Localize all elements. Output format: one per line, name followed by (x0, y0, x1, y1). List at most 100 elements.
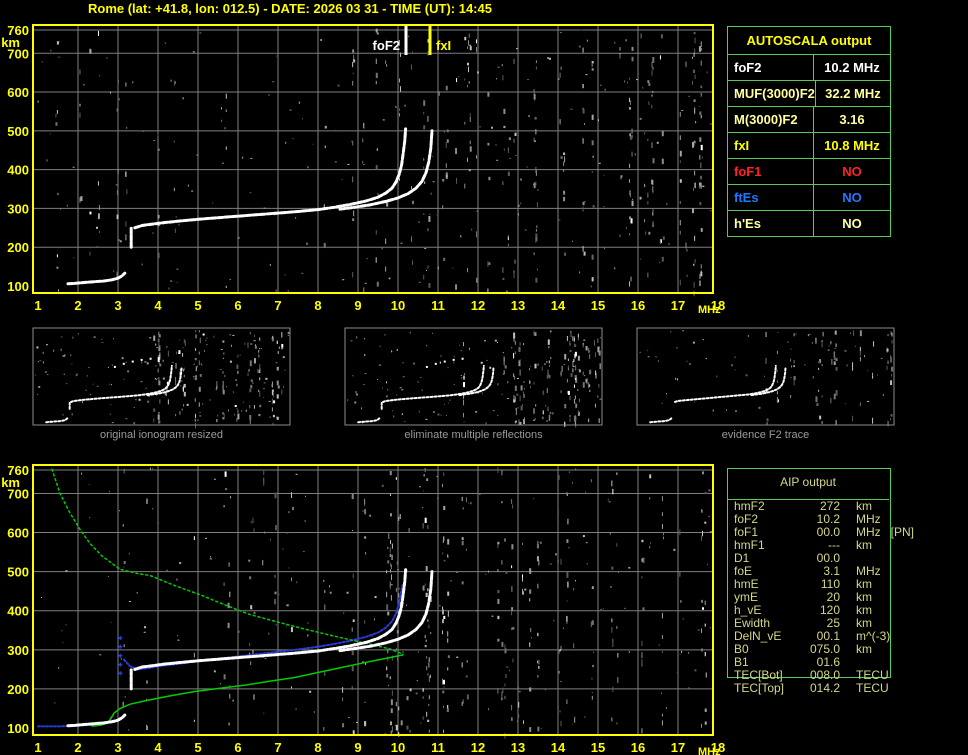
x-tick-label: 11 (431, 298, 445, 313)
parameter-extra (872, 643, 882, 656)
parameter-unit (840, 656, 856, 669)
table-row: h'Es NO (728, 211, 890, 236)
thumbnail-ionogram (344, 327, 603, 428)
x-tick-label: 1 (34, 740, 41, 755)
x-tick-label: 8 (314, 740, 321, 755)
x-tick-label: 13 (511, 298, 525, 313)
x-tick-label: 4 (154, 298, 162, 313)
parameter-extra: [PN] (890, 525, 915, 539)
parameter-label: TEC[Top] (734, 681, 785, 695)
y-tick-label: 400 (7, 604, 29, 619)
y-tick-label: 600 (7, 85, 29, 100)
parameter-label: fxI (728, 133, 814, 158)
ionogram-plot: foF2 fxI1 2 3 4 5 6 7 8 9 10 11 12 13 14 15 16 17 18MHz100… (1, 23, 725, 316)
parameter-value: 3.16 (839, 112, 865, 127)
parameter-value: NO (842, 190, 862, 205)
parameter-unit: km (856, 538, 872, 552)
table-row: M(3000)F2 3.16 (728, 107, 890, 133)
table-row: MUF(3000)F2 32.2 MHz (728, 81, 890, 107)
table-row: ftEs NO (728, 185, 890, 211)
parameter-value: 014.2 (809, 681, 840, 695)
parameter-value: NO (842, 216, 862, 231)
x-axis-unit-label: MHz (698, 746, 721, 755)
autoscala-table-rows: foF2 10.2 MHz MUF(3000)F2 32.2 MHz M(3000)F2… (728, 55, 890, 236)
parameter-extra (889, 682, 899, 695)
table-row: hmF1 --- km (727, 539, 891, 552)
thumbnail-ionogram (32, 327, 291, 429)
ionogram-plot: 1 2 3 4 5 6 7 8 9 10 11 12 13 14 15 16 17 18MHz1002003004… (1, 463, 725, 755)
x-tick-label: 16 (631, 740, 645, 755)
table-row: fxI 10.8 MHz (728, 133, 890, 159)
thumbnail-caption-evidence: evidence F2 trace (721, 429, 810, 441)
x-axis-unit-label: MHz (698, 304, 721, 316)
parameter-unit: TECU (856, 681, 889, 695)
parameter-extra (889, 669, 899, 682)
y-tick-label: 200 (7, 682, 29, 697)
thumbnail-caption-original: original ionogram resized (100, 429, 223, 441)
x-tick-label: 14 (551, 298, 566, 313)
autoscala-table-header: AUTOSCALA output (728, 27, 890, 55)
x-tick-label: 7 (274, 740, 281, 755)
table-row: B0 075.0 km (727, 643, 891, 656)
table-row: foF2 10.2 MHz (728, 55, 890, 81)
parameter-extra (881, 513, 891, 526)
parameter-unit: km (856, 642, 872, 656)
y-tick-label: 300 (7, 201, 29, 216)
parameter-value: 32.2 MHz (825, 86, 881, 101)
thumbnail-caption-eliminate: eliminate multiple reflections (404, 429, 543, 441)
x-tick-label: 1 (34, 298, 41, 313)
parameter-extra (881, 565, 891, 578)
x-tick-label: 3 (114, 740, 121, 755)
y-tick-label: 300 (7, 643, 29, 658)
autoscala-output-table: AUTOSCALA output foF2 10.2 MHz MUF(3000)F2… (727, 26, 891, 237)
x-tick-label: 10 (391, 298, 405, 313)
x-tick-label: 4 (154, 740, 162, 755)
parameter-value: 10.8 MHz (824, 138, 880, 153)
x-tick-label: 8 (314, 298, 321, 313)
x-tick-label: 11 (431, 740, 445, 755)
y-tick-label: 400 (7, 163, 29, 178)
x-tick-label: 6 (234, 298, 241, 313)
y-axis-unit-label: km (1, 475, 20, 490)
parameter-label: M(3000)F2 (728, 107, 814, 132)
x-tick-label: 9 (354, 298, 361, 313)
autoscala-app-window: Rome (lat: +41.8, lon: 012.5) - DATE: 20… (0, 0, 968, 755)
x-tick-label: 2 (74, 740, 81, 755)
y-tick-label: 100 (7, 721, 29, 736)
aip-table-rows: hmF2 272 km foF2 10.2 MHz foF1 00.0 MHz [PN] hmF1-… (727, 500, 914, 695)
y-tick-label: 200 (7, 240, 29, 255)
x-tick-label: 7 (274, 298, 281, 313)
x-tick-label: 16 (631, 298, 645, 313)
parameter-unit (840, 552, 856, 565)
parameter-value: NO (842, 164, 862, 179)
x-tick-label: 3 (114, 298, 121, 313)
x-tick-label: 17 (671, 740, 685, 755)
parameter-label: foF1 (728, 159, 814, 184)
parameter-extra (890, 630, 900, 643)
parameter-label: MUF(3000)F2 (728, 81, 816, 106)
x-tick-label: 2 (74, 298, 81, 313)
aip-table-header: AIP output (727, 468, 889, 500)
parameter-extra (872, 578, 882, 591)
x-tick-label: 14 (551, 740, 566, 755)
parameter-label: foF2 (728, 55, 814, 80)
parameter-extra (872, 539, 882, 552)
parameter-label: ftEs (728, 185, 814, 210)
thumbnail-ionogram (636, 327, 895, 427)
x-tick-label: 15 (591, 740, 605, 755)
parameter-label: h'Es (728, 211, 814, 236)
y-axis-unit-label: km (1, 35, 20, 50)
parameter-extra (872, 591, 882, 604)
x-tick-label: 12 (471, 740, 485, 755)
x-tick-label: 15 (591, 298, 605, 313)
x-tick-label: 12 (471, 298, 485, 313)
parameter-extra (872, 604, 882, 617)
y-tick-label: 500 (7, 124, 29, 139)
parameter-value: 10.2 MHz (824, 60, 880, 75)
x-tick-label: 6 (234, 740, 241, 755)
marker-label-foF2: foF2 (373, 38, 400, 53)
y-tick-label: 600 (7, 526, 29, 541)
y-tick-label: 500 (7, 565, 29, 580)
x-tick-label: 5 (194, 740, 201, 755)
marker-label-fxI: fxI (436, 38, 451, 53)
